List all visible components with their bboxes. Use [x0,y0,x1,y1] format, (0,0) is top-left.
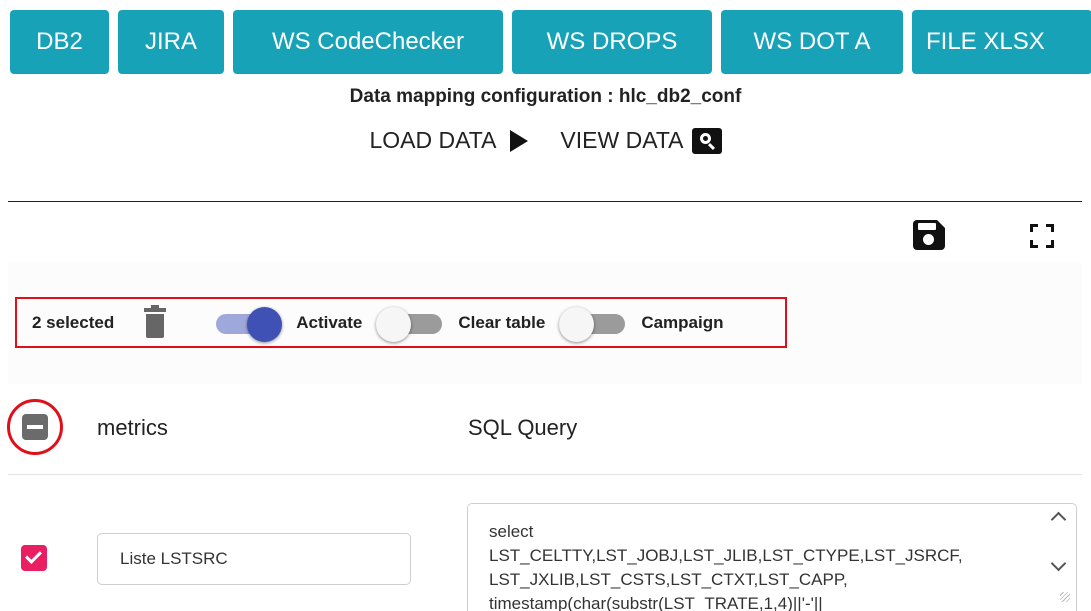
indeterminate-icon [27,425,43,429]
metric-name-input[interactable]: Liste LSTSRC [97,533,411,585]
sql-query-textarea[interactable]: select LST_CELTTY,LST_JOBJ,LST_JLIB,LST_… [467,503,1077,611]
tab-ws-dot-a[interactable]: WS DOT A [721,10,903,74]
load-data-button[interactable]: LOAD DATA [369,127,529,154]
clear-table-label: Clear table [458,312,546,332]
load-data-label: LOAD DATA [369,127,497,153]
page: DB2 JIRA WS CodeChecker WS DROPS WS DOT … [0,0,1091,611]
save-icon[interactable] [913,220,945,250]
tab-file-xlsx[interactable]: FILE XLSX [912,10,1091,74]
trash-icon[interactable] [144,304,167,338]
clear-table-toggle[interactable] [376,305,443,342]
section-divider [8,201,1082,202]
campaign-label: Campaign [641,312,724,332]
tab-jira[interactable]: JIRA [118,10,224,74]
sql-query-text: select LST_CELTTY,LST_JOBJ,LST_JLIB,LST_… [489,522,963,611]
tab-db2[interactable]: DB2 [10,10,109,74]
resize-handle-icon[interactable] [1060,592,1070,602]
column-header-sql-query: SQL Query [468,415,578,440]
activate-toggle[interactable] [216,305,283,342]
activate-label: Activate [296,312,363,332]
row-divider [8,474,1082,475]
fullscreen-icon[interactable] [1030,224,1054,248]
check-icon [25,547,42,564]
tab-ws-codechecker[interactable]: WS CodeChecker [233,10,503,74]
data-actions: LOAD DATA VIEW DATA [0,127,1091,154]
selected-count: 2 selected [32,312,115,332]
source-tabs: DB2 JIRA WS CodeChecker WS DROPS WS DOT … [10,10,1091,74]
scroll-up-icon[interactable] [1050,511,1067,528]
view-data-label: VIEW DATA [560,127,684,153]
selection-toolbar: 2 selected Activate Clear table Campaign [15,297,787,348]
search-icon [691,127,722,154]
campaign-toggle[interactable] [559,305,626,342]
select-all-checkbox[interactable] [22,414,48,440]
scroll-down-icon[interactable] [1050,555,1067,572]
config-title: Data mapping configuration : hlc_db2_con… [349,86,742,107]
tab-ws-drops[interactable]: WS DROPS [512,10,712,74]
play-icon [510,129,529,152]
view-data-button[interactable]: VIEW DATA [560,127,722,154]
column-header-metrics: metrics [97,415,168,440]
row-checkbox[interactable] [21,545,47,571]
